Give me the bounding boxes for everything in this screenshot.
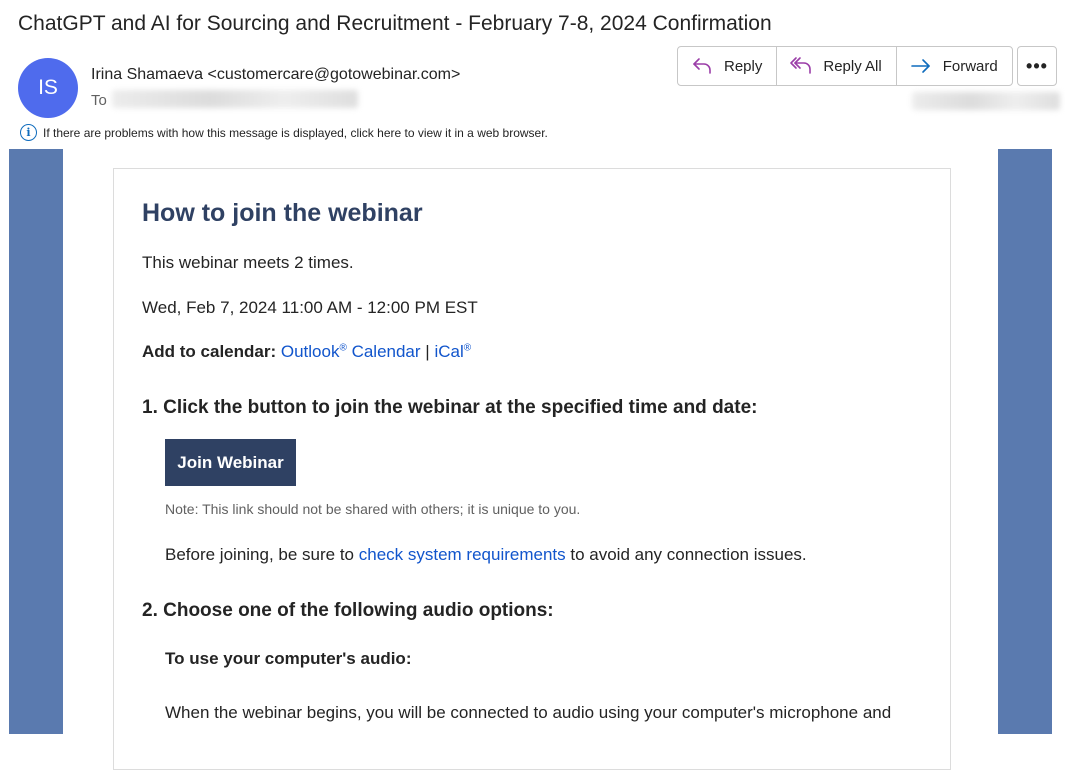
display-problem-infobar[interactable]: i If there are problems with how this me… xyxy=(20,124,548,141)
infobar-text[interactable]: If there are problems with how this mess… xyxy=(43,126,548,140)
reply-all-button[interactable]: Reply All xyxy=(777,47,897,85)
email-body-frame: How to join the webinar This webinar mee… xyxy=(9,149,1052,770)
webinar-heading: How to join the webinar xyxy=(142,199,423,227)
before-joining-text: Before joining, be sure to check system … xyxy=(165,545,807,565)
step-2-heading: 2. Choose one of the following audio opt… xyxy=(142,600,554,621)
forward-icon xyxy=(910,59,930,73)
webinar-card: How to join the webinar This webinar mee… xyxy=(113,168,951,770)
step-1-heading: 1. Click the button to join the webinar … xyxy=(142,397,758,418)
before-joining-pre: Before joining, be sure to xyxy=(165,545,359,564)
system-requirements-link[interactable]: check system requirements xyxy=(359,545,566,564)
message-actions: Reply Reply All Forward xyxy=(677,46,1013,86)
reply-button[interactable]: Reply xyxy=(678,47,778,85)
sender-name[interactable]: Irina Shamaeva <customercare@gotowebinar… xyxy=(91,66,460,84)
forward-label: Forward xyxy=(942,57,998,75)
registered-mark: ® xyxy=(339,342,347,354)
computer-audio-text: When the webinar begins, you will be con… xyxy=(165,703,892,722)
before-joining-post: to avoid any connection issues. xyxy=(565,545,807,564)
avatar-initials: IS xyxy=(38,76,58,99)
computer-audio-heading: To use your computer's audio: xyxy=(165,649,412,668)
reply-all-label: Reply All xyxy=(823,57,882,75)
calendar-link-text: Calendar xyxy=(351,342,421,361)
calendar-separator: | xyxy=(425,342,430,361)
unique-link-note: Note: This link should not be shared wit… xyxy=(165,501,581,517)
outlook-link-text: Outlook xyxy=(280,342,340,361)
more-actions-button[interactable]: ••• xyxy=(1017,46,1057,86)
email-subject: ChatGPT and AI for Sourcing and Recruitm… xyxy=(18,12,772,35)
sender-avatar[interactable]: IS xyxy=(18,58,78,118)
reply-icon xyxy=(693,58,711,74)
ical-registered-mark: ® xyxy=(463,342,472,354)
forward-button[interactable]: Forward xyxy=(897,47,1012,85)
redacted-recipient xyxy=(112,90,358,108)
meets-text: This webinar meets 2 times. xyxy=(142,253,354,272)
redacted-date xyxy=(912,92,1060,110)
session-datetime: Wed, Feb 7, 2024 11:00 AM - 12:00 PM EST xyxy=(142,298,478,317)
reply-all-icon xyxy=(790,57,812,74)
ical-link[interactable]: iCal® xyxy=(434,342,471,361)
join-webinar-button[interactable]: Join Webinar xyxy=(165,439,296,486)
info-icon: i xyxy=(20,124,37,141)
to-label: To xyxy=(91,92,107,109)
outlook-calendar-link[interactable]: Outlook® Calendar xyxy=(281,342,421,361)
ical-link-text: iCal xyxy=(434,342,464,361)
email-body-inner: How to join the webinar This webinar mee… xyxy=(63,149,998,770)
add-to-calendar-row: Add to calendar: Outlook® Calendar | iCa… xyxy=(142,342,471,362)
add-to-calendar-label: Add to calendar: xyxy=(142,342,277,361)
reply-label: Reply xyxy=(724,57,763,75)
